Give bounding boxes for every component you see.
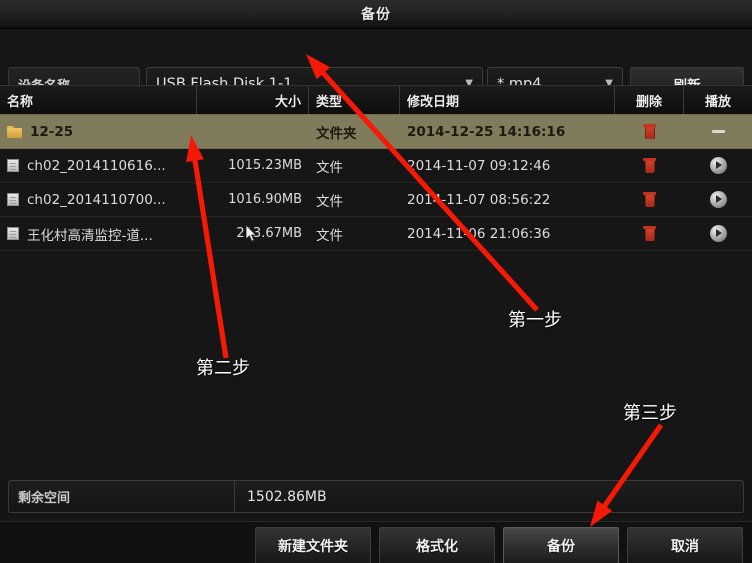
cell-date: 2014-11-07 09:12:46 bbox=[407, 157, 551, 174]
file-name-text: 王化村高清监控-道... bbox=[27, 227, 153, 244]
column-header-delete[interactable]: 删除 bbox=[615, 86, 684, 114]
dialog-title: 备份 bbox=[361, 7, 391, 23]
trash-icon bbox=[643, 226, 656, 241]
dialog-titlebar: 备份 bbox=[0, 0, 752, 29]
cell-name: 王化村高清监控-道... bbox=[0, 217, 197, 250]
footer-button-bar: 新建文件夹 格式化 备份 取消 bbox=[0, 521, 752, 563]
table-row[interactable]: ch02_2014110700... 1016.90MB 文件 2014-11-07 … bbox=[0, 183, 752, 217]
delete-button[interactable] bbox=[615, 217, 684, 250]
column-header-type[interactable]: 类型 bbox=[309, 86, 400, 114]
play-button[interactable] bbox=[684, 115, 752, 148]
folder-icon bbox=[7, 125, 22, 138]
cell-name: 12-25 bbox=[0, 115, 197, 148]
play-button[interactable] bbox=[684, 149, 752, 182]
play-icon[interactable] bbox=[709, 225, 727, 242]
new-folder-button[interactable]: 新建文件夹 bbox=[255, 527, 371, 563]
delete-button[interactable] bbox=[615, 149, 684, 182]
cell-size: 213.67MB bbox=[236, 226, 302, 241]
play-button[interactable] bbox=[684, 217, 752, 250]
cancel-button[interactable]: 取消 bbox=[627, 527, 743, 563]
file-name-text: ch02_2014110616... bbox=[27, 157, 166, 174]
dash-icon bbox=[711, 130, 725, 133]
trash-icon bbox=[643, 158, 656, 173]
file-name-text: 12-25 bbox=[30, 123, 74, 140]
free-space-bar: 剩余空间 1502.86MB bbox=[8, 480, 744, 513]
annotation-label-step-1: 第一步 bbox=[508, 310, 562, 331]
backup-dialog: 备份 设备名称 USB Flash Disk 1-1 ▼ *.mp4 ▼ 刷新 … bbox=[0, 0, 752, 563]
file-icon bbox=[7, 193, 19, 206]
column-header-size[interactable]: 大小 bbox=[197, 86, 309, 114]
backup-button[interactable]: 备份 bbox=[503, 527, 619, 563]
annotation-label-step-2: 第二步 bbox=[196, 358, 250, 379]
trash-icon bbox=[643, 192, 656, 207]
column-header-date[interactable]: 修改日期 bbox=[400, 86, 615, 114]
play-icon[interactable] bbox=[709, 191, 727, 208]
trash-icon bbox=[643, 124, 656, 139]
cell-date: 2014-11-06 21:06:36 bbox=[407, 225, 551, 242]
cell-name: ch02_2014110700... bbox=[0, 183, 197, 216]
table-row[interactable]: 12-25 文件夹 2014-12-25 14:16:16 bbox=[0, 115, 752, 149]
annotation-label-step-3: 第三步 bbox=[623, 403, 677, 424]
free-space-label: 剩余空间 bbox=[9, 481, 235, 512]
play-button[interactable] bbox=[684, 183, 752, 216]
toolbar: 设备名称 USB Flash Disk 1-1 ▼ *.mp4 ▼ 刷新 bbox=[0, 29, 752, 101]
cell-type: 文件 bbox=[316, 227, 343, 244]
table-row[interactable]: 王化村高清监控-道... 213.67MB 文件 2014-11-06 21:06:3… bbox=[0, 217, 752, 251]
table-body: 12-25 文件夹 2014-12-25 14:16:16 ch02_20141106… bbox=[0, 115, 752, 251]
cell-date: 2014-11-07 08:56:22 bbox=[407, 191, 551, 208]
cell-size: 1015.23MB bbox=[228, 158, 302, 173]
cell-name: ch02_2014110616... bbox=[0, 149, 197, 182]
file-name-text: ch02_2014110700... bbox=[27, 191, 166, 208]
cell-size: 1016.90MB bbox=[228, 192, 302, 207]
free-space-value: 1502.86MB bbox=[247, 488, 327, 505]
file-icon bbox=[7, 159, 19, 172]
table-row[interactable]: ch02_2014110616... 1015.23MB 文件 2014-11-07 … bbox=[0, 149, 752, 183]
table-header-row: 名称 大小 类型 修改日期 删除 播放 bbox=[0, 86, 752, 115]
file-icon bbox=[7, 227, 19, 240]
delete-button[interactable] bbox=[615, 183, 684, 216]
cell-date: 2014-12-25 14:16:16 bbox=[407, 123, 566, 140]
cell-size bbox=[197, 115, 309, 148]
cell-type: 文件 bbox=[316, 193, 343, 210]
column-header-name[interactable]: 名称 bbox=[0, 86, 197, 114]
cell-type: 文件夹 bbox=[316, 125, 357, 142]
delete-button[interactable] bbox=[615, 115, 684, 148]
column-header-play[interactable]: 播放 bbox=[684, 86, 752, 114]
play-icon[interactable] bbox=[709, 157, 727, 174]
format-button[interactable]: 格式化 bbox=[379, 527, 495, 563]
cell-type: 文件 bbox=[316, 159, 343, 176]
